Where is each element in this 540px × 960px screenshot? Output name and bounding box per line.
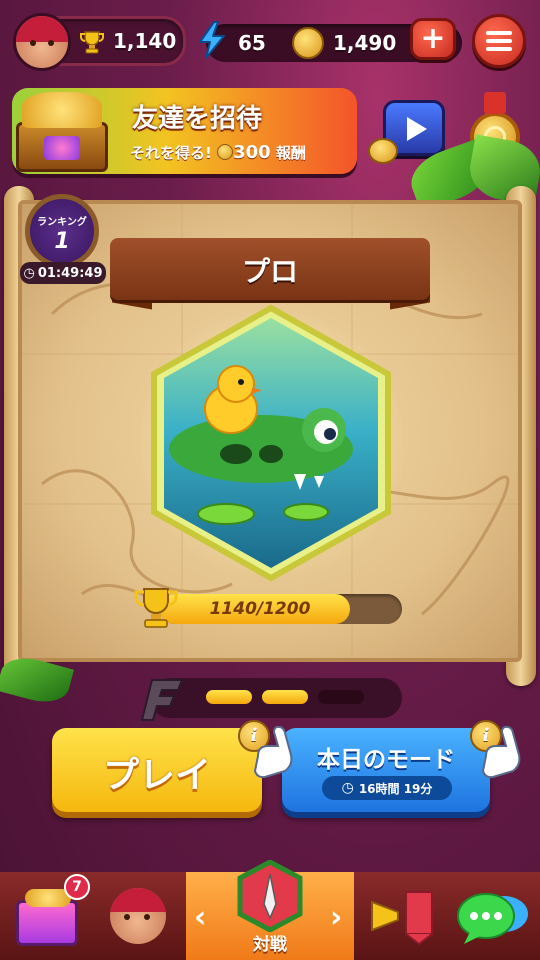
plus-icon: +	[420, 21, 446, 56]
trophy-count: 1,140	[113, 29, 177, 53]
treasure-chest-icon	[8, 82, 120, 178]
daily-mode-timer: ◷ 16時間 19分	[322, 776, 452, 800]
step-dot-empty	[318, 690, 364, 704]
ranking-value: 1	[54, 229, 70, 254]
pointing-hand-icon	[481, 726, 521, 779]
chat-bubbles-icon	[457, 893, 528, 944]
avatar[interactable]	[13, 13, 71, 71]
banner-title: 友達を招待	[132, 104, 263, 134]
pointing-hand-icon	[253, 726, 293, 779]
trophy-counter[interactable]: 1,140	[13, 13, 186, 71]
clock-icon: ◷	[23, 265, 35, 281]
add-coins-button[interactable]: +	[410, 18, 456, 60]
daily-mode-label: 本日のモード	[317, 747, 455, 773]
invite-friends-banner[interactable]: 友達を招待 それを得る! 300 報酬	[12, 88, 357, 174]
menu-button[interactable]	[472, 14, 526, 68]
banner-subtitle: それを得る! 300 報酬	[130, 142, 306, 163]
chest-shop-icon	[16, 889, 78, 946]
shop-badge: 7	[64, 874, 90, 900]
play-button[interactable]: プレイ	[52, 728, 262, 812]
character-avatar-icon	[110, 888, 166, 944]
play-video-icon	[407, 117, 427, 141]
league-emblem[interactable]	[146, 304, 396, 582]
daily-mode-timer-text: 16時間 19分	[358, 781, 433, 796]
coin-stack-icon	[368, 138, 398, 164]
league-title: プロ	[241, 255, 298, 288]
league-progress-text: 1140/1200	[209, 599, 311, 619]
nav-left-arrow[interactable]: ‹	[194, 900, 206, 935]
hamburger-icon	[486, 31, 512, 51]
step-dot-filled	[262, 690, 308, 704]
league-progress-track: 1140/1200	[160, 594, 402, 624]
battle-label: 対戦	[253, 935, 287, 955]
ranking-label: ランキング	[37, 217, 87, 228]
banner-subtitle-prefix: それを得る!	[130, 144, 212, 162]
medal-ribbon	[484, 92, 506, 114]
nav-tab-events[interactable]	[368, 882, 438, 950]
trumpet-banner-icon	[371, 891, 433, 946]
lightning-icon	[199, 21, 225, 59]
step-indicator	[140, 678, 402, 721]
clock-icon: ◷	[341, 780, 354, 796]
step-dots	[206, 690, 364, 704]
trophy-icon	[80, 31, 104, 54]
energy-count: 65	[238, 31, 266, 55]
nav-tab-chat[interactable]	[456, 886, 530, 950]
ranking-timer-text: 01:49:49	[37, 265, 103, 281]
ranking-badge[interactable]: ランキング 1	[25, 194, 99, 268]
nav-tab-profile[interactable]	[106, 882, 170, 950]
play-button-label: プレイ	[102, 755, 211, 796]
step-dot-filled	[206, 690, 252, 704]
coin-count: 1,490	[333, 31, 397, 55]
coin-icon	[292, 27, 324, 59]
banner-reward-label: 報酬	[275, 144, 306, 162]
ranking-timer: ◷ 01:49:49	[20, 262, 106, 284]
banner-reward-amount: 300	[233, 142, 271, 163]
trophy-icon	[134, 588, 178, 628]
battle-emblem-icon	[236, 859, 304, 933]
coin-icon	[217, 144, 234, 160]
league-ribbon: プロ	[110, 238, 430, 300]
daily-mode-button[interactable]: 本日のモード ◷ 16時間 19分	[282, 728, 490, 812]
rank-f-icon	[140, 679, 184, 721]
nav-right-arrow[interactable]: ›	[330, 900, 342, 935]
